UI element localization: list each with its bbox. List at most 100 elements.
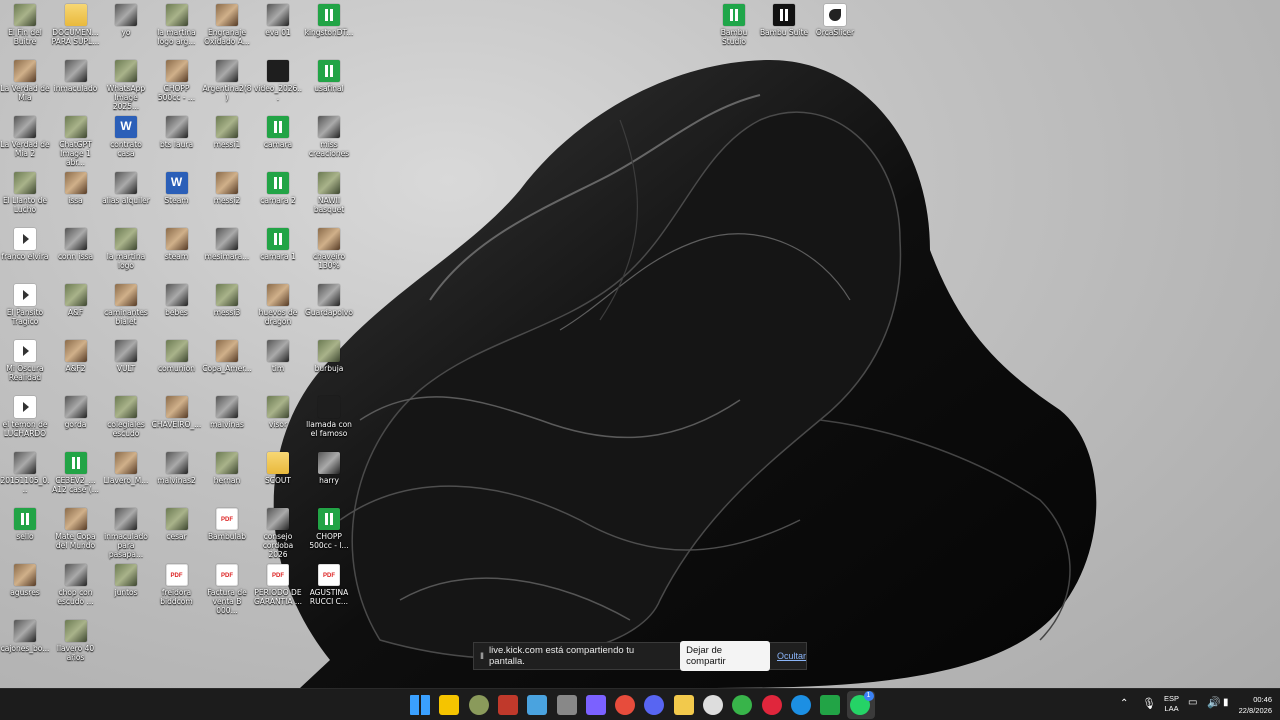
app-red-icon[interactable] — [497, 695, 518, 715]
desktop-icon[interactable]: alias alquiler — [101, 168, 151, 205]
windows-start-icon[interactable] — [410, 695, 430, 715]
desktop-icon[interactable]: miss creaciones — [304, 112, 354, 158]
desktop-icon[interactable]: Steam — [152, 168, 202, 205]
desktop-icon[interactable]: comunion — [152, 336, 202, 373]
xbox-icon[interactable] — [732, 695, 753, 715]
desktop-icon[interactable]: El Pansito Tragico — [0, 280, 50, 326]
desktop-icon[interactable]: Mate Copa del Mundo — [51, 504, 101, 550]
stop-sharing-button[interactable]: Dejar de compartir — [680, 641, 770, 671]
library-icon[interactable] — [556, 695, 577, 715]
copilot-icon[interactable] — [585, 695, 606, 715]
desktop-icon[interactable]: kingstonDT... — [304, 0, 354, 37]
desktop-icon[interactable]: WhatsApp Image 2025... — [101, 56, 151, 111]
desktop-icon[interactable]: CHOPP 500cc - l... — [304, 504, 354, 550]
desktop-icon[interactable]: agusres — [0, 560, 50, 597]
file-explorer-icon[interactable] — [673, 695, 694, 715]
desktop-icon[interactable]: CE3EV2_... A12 case (... — [51, 448, 101, 494]
desktop-icon[interactable]: messi3 — [202, 280, 252, 317]
desktop-shortcut[interactable]: Bambu Suite — [759, 0, 809, 37]
desktop-icon[interactable]: Argentina2(8) — [202, 56, 252, 102]
desktop-icon[interactable]: la martina logo arg... — [152, 0, 202, 46]
show-hidden-icons-chevron-icon[interactable]: ⌃ — [1120, 698, 1128, 709]
desktop-icon[interactable]: sello — [0, 504, 50, 541]
desktop-icon[interactable]: VULT — [101, 336, 151, 373]
desktop-icon[interactable]: malvinas — [202, 392, 252, 429]
desktop-icon[interactable]: El Llanto de Lucho — [0, 168, 50, 214]
desktop-icon[interactable]: llamada con el famoso — [304, 392, 354, 438]
desktop-icon[interactable]: huevos de dragon — [253, 280, 303, 326]
desktop-icon[interactable]: usafinal — [304, 56, 354, 93]
desktop-icon[interactable]: La Verdad de Mia 2 — [0, 112, 50, 158]
desktop-icon[interactable]: La Verdad de Mia — [0, 56, 50, 102]
bambu-studio-icon[interactable] — [820, 695, 841, 715]
desktop-icon[interactable]: camara — [253, 112, 303, 149]
desktop-icon[interactable]: tim — [253, 336, 303, 373]
desktop-icon[interactable]: issa — [51, 168, 101, 205]
desktop-icon[interactable]: juntos — [101, 560, 151, 597]
desktop-icon[interactable]: PERIODO DE GARANTIA ... — [253, 560, 303, 606]
desktop-icon[interactable]: Copa_Amer... — [202, 336, 252, 373]
desktop-icon[interactable]: visor — [253, 392, 303, 429]
desktop-icon[interactable]: Llavero_M... — [101, 448, 151, 485]
opera-icon[interactable] — [761, 695, 782, 715]
desktop-icon[interactable]: freidora biddcom — [152, 560, 202, 606]
desktop-icon[interactable]: messi1 — [202, 112, 252, 149]
chrome-icon[interactable] — [615, 695, 636, 715]
desktop-icon[interactable]: inmaculado para pasapa... — [101, 504, 151, 559]
desktop-shortcut[interactable]: Bambu Studio — [709, 0, 759, 46]
desktop-icon[interactable]: 20151105_0... — [0, 448, 50, 494]
desktop-icon[interactable]: gorda — [51, 392, 101, 429]
desktop-icon[interactable]: malvinas2 — [152, 448, 202, 485]
desktop-icon[interactable]: bebes — [152, 280, 202, 317]
desktop-icon[interactable]: CHAVEIRO_... — [152, 392, 202, 429]
hide-link[interactable]: Ocultar — [777, 651, 806, 661]
desktop-icon[interactable]: caminantes bialet — [101, 280, 151, 326]
desktop-icon[interactable]: SCOUT — [253, 448, 303, 485]
desktop-icon[interactable]: AGUSTINA RUCCI C... — [304, 560, 354, 606]
desktop-icon[interactable]: yo — [101, 0, 151, 37]
desktop-icon[interactable]: llavero 40 años — [51, 616, 101, 662]
desktop-icon[interactable]: Mi Oscura Realidad — [0, 336, 50, 382]
desktop-icon[interactable]: A&F — [51, 280, 101, 317]
desktop-icon[interactable]: Guardapolvo — [304, 280, 354, 317]
desktop-icon[interactable]: DOCUMEN... PARA SUPL... — [51, 0, 101, 46]
pause-icon[interactable]: II — [480, 651, 484, 661]
desktop-icon[interactable]: franco elvira — [0, 224, 50, 261]
discord-icon[interactable] — [644, 695, 665, 715]
water-drop-icon[interactable] — [527, 695, 548, 715]
desktop-icon[interactable]: colegiales escudo — [101, 392, 151, 438]
desktop-icon[interactable]: mesimara... — [202, 224, 252, 261]
desktop-icon[interactable]: burbuja — [304, 336, 354, 373]
desktop-shortcut[interactable]: OrcaSlicer — [810, 0, 860, 37]
desktop-icon[interactable]: messi2 — [202, 168, 252, 205]
desktop-icon[interactable]: chaveiro 130% — [304, 224, 354, 270]
desktop-icon[interactable]: Bambulab — [202, 504, 252, 541]
network-icon[interactable]: ▭ — [1188, 697, 1197, 708]
desktop-icon[interactable]: camara 2 — [253, 168, 303, 205]
desktop-icon[interactable]: A&F2 — [51, 336, 101, 373]
desktop-icon[interactable]: video_2026... — [253, 56, 303, 102]
desktop-icon[interactable]: cesar — [152, 504, 202, 541]
desktop-icon[interactable]: CHOPP 500cc - ... — [152, 56, 202, 102]
desktop-icon[interactable]: camara 1 — [253, 224, 303, 261]
desktop-icon[interactable]: bts laura — [152, 112, 202, 149]
desktop-icon[interactable]: El Fin del Buitre — [0, 0, 50, 46]
edge-icon[interactable] — [790, 695, 811, 715]
terminal-icon[interactable] — [468, 695, 489, 715]
desktop-icon[interactable]: conn issa — [51, 224, 101, 261]
desktop-icon[interactable]: inmaculado — [51, 56, 101, 93]
desktop-icon[interactable]: chop con escudo ... — [51, 560, 101, 606]
desktop-icon[interactable]: harry — [304, 448, 354, 485]
microphone-icon[interactable]: 🎙 — [1142, 697, 1156, 710]
desktop-icon[interactable]: el temon de LUCHARDO — [0, 392, 50, 438]
desktop-icon[interactable]: cajones_bo... — [0, 616, 50, 653]
clock[interactable]: 00:46 22/8/2026 — [1228, 694, 1272, 716]
desktop-icon[interactable]: contrato casa — [101, 112, 151, 158]
desktop-icon[interactable]: consejo cordoba 2026 — [253, 504, 303, 559]
desktop-icon[interactable]: la martina logo — [101, 224, 151, 270]
language-indicator[interactable]: ESP LAA — [1164, 694, 1179, 714]
notes-icon[interactable] — [439, 695, 460, 715]
volume-icon[interactable]: 🔊 — [1207, 696, 1221, 709]
desktop-icon[interactable]: Factura de venta B 000... — [202, 560, 252, 615]
desktop-icon[interactable]: ChatGPT Image 1 abr... — [51, 112, 101, 167]
